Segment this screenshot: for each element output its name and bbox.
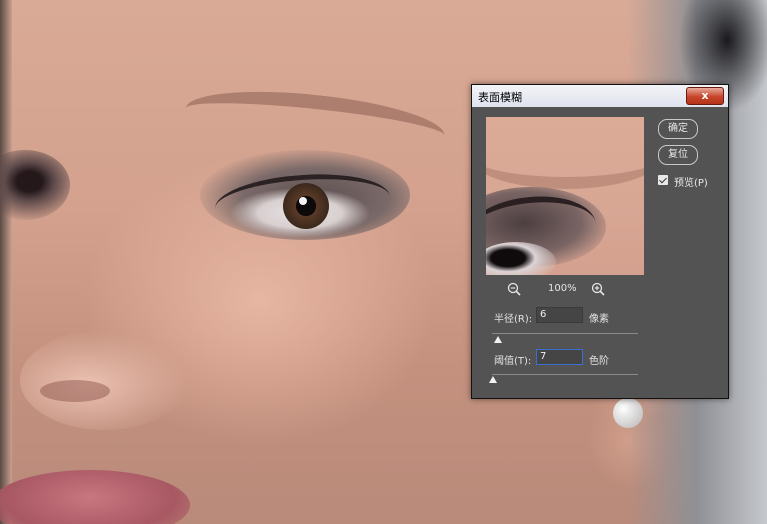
lips — [0, 470, 190, 524]
preview-eyebrow — [486, 117, 644, 189]
surface-blur-dialog: 表面模糊 x 100% 确定 复位 预览(P) 半径(R): 6 像素 阈值(T… — [471, 84, 729, 399]
threshold-label: 阈值(T): — [494, 356, 532, 367]
radius-input[interactable]: 6 — [536, 307, 583, 323]
preview-image[interactable] — [486, 117, 644, 275]
dialog-body: 100% 确定 复位 预览(P) 半径(R): 6 像素 阈值(T): 7 色阶 — [478, 107, 722, 392]
radius-slider-track[interactable] — [492, 333, 638, 334]
dialog-title: 表面模糊 — [478, 91, 522, 104]
left-eye — [0, 150, 70, 220]
reset-button[interactable]: 复位 — [658, 145, 698, 165]
threshold-unit: 色阶 — [589, 356, 609, 367]
zoom-level: 100% — [548, 283, 577, 294]
close-button[interactable]: x — [686, 87, 724, 105]
hair-left — [0, 0, 12, 524]
nostril — [40, 380, 110, 402]
threshold-input[interactable]: 7 — [536, 349, 583, 365]
threshold-slider-thumb[interactable] — [489, 376, 497, 383]
zoom-in-icon[interactable] — [591, 282, 605, 296]
preview-checkbox[interactable] — [658, 175, 668, 185]
radius-unit: 像素 — [589, 314, 609, 325]
radius-slider-thumb[interactable] — [494, 336, 502, 343]
radius-label: 半径(R): — [494, 314, 533, 325]
preview-checkbox-label[interactable]: 预览(P) — [674, 174, 708, 189]
dialog-title-bar[interactable]: 表面模糊 x — [472, 85, 728, 107]
nose — [20, 330, 190, 430]
zoom-out-icon[interactable] — [507, 282, 521, 296]
close-icon: x — [701, 89, 709, 102]
ok-button[interactable]: 确定 — [658, 119, 698, 139]
threshold-slider-track[interactable] — [492, 374, 638, 375]
pearl-earring — [613, 398, 643, 428]
